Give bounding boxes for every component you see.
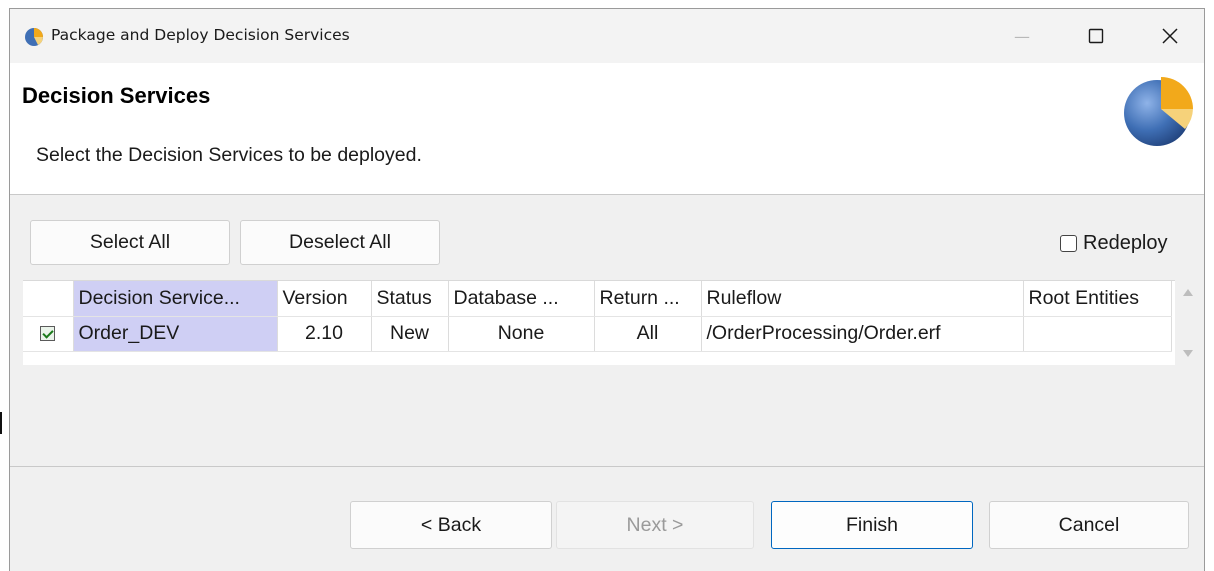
close-icon bbox=[1162, 28, 1178, 44]
scroll-up-arrow-icon[interactable] bbox=[1183, 289, 1193, 296]
column-header-ruleflow[interactable]: Ruleflow bbox=[701, 281, 1024, 317]
minimize-button[interactable]: — bbox=[1002, 21, 1042, 51]
wizard-header: Decision Services Select the Decision Se… bbox=[10, 63, 1204, 195]
next-button[interactable]: Next > bbox=[556, 501, 754, 549]
finish-button[interactable]: Finish bbox=[771, 501, 973, 549]
page-title: Decision Services bbox=[22, 83, 211, 108]
table-header-row: Decision Service... Version Status Datab… bbox=[23, 281, 1172, 317]
deselect-all-button[interactable]: Deselect All bbox=[240, 220, 440, 265]
column-header-version[interactable]: Version bbox=[277, 281, 372, 317]
app-icon bbox=[25, 28, 43, 46]
table-row[interactable]: Order_DEV 2.10 New None All /OrderProces… bbox=[23, 316, 1172, 352]
redeploy-checkbox-box[interactable] bbox=[1060, 235, 1077, 252]
row-checkbox-cell[interactable] bbox=[23, 316, 74, 352]
background-edge-mark bbox=[0, 412, 2, 434]
cell-ruleflow: /OrderProcessing/Order.erf bbox=[701, 316, 1024, 352]
column-header-decision-service[interactable]: Decision Service... bbox=[73, 281, 278, 317]
column-header-status[interactable]: Status bbox=[371, 281, 449, 317]
maximize-button[interactable] bbox=[1076, 21, 1116, 51]
cell-return: All bbox=[594, 316, 702, 352]
row-checkbox[interactable] bbox=[40, 326, 56, 342]
cell-decision-service: Order_DEV bbox=[73, 316, 278, 352]
decision-services-table: Decision Service... Version Status Datab… bbox=[23, 280, 1175, 365]
scroll-down-arrow-icon[interactable] bbox=[1183, 350, 1193, 357]
title-bar: Package and Deploy Decision Services — bbox=[10, 9, 1204, 63]
column-header-root-entities[interactable]: Root Entities bbox=[1023, 281, 1172, 317]
window-title: Package and Deploy Decision Services bbox=[51, 26, 350, 44]
cancel-button[interactable]: Cancel bbox=[989, 501, 1189, 549]
column-header-return[interactable]: Return ... bbox=[594, 281, 702, 317]
back-button[interactable]: < Back bbox=[350, 501, 552, 549]
column-header-database[interactable]: Database ... bbox=[448, 281, 595, 317]
eclipse-pie-logo-icon bbox=[1124, 77, 1193, 146]
page-description: Select the Decision Services to be deplo… bbox=[36, 144, 422, 166]
cell-root-entities bbox=[1023, 316, 1172, 352]
redeploy-checkbox[interactable]: Redeploy bbox=[1060, 232, 1168, 255]
footer-divider bbox=[10, 466, 1204, 467]
select-all-button[interactable]: Select All bbox=[30, 220, 230, 265]
cell-database: None bbox=[448, 316, 595, 352]
deploy-dialog: Package and Deploy Decision Services — D… bbox=[9, 8, 1205, 571]
column-header-select[interactable] bbox=[23, 281, 74, 317]
redeploy-label: Redeploy bbox=[1083, 232, 1168, 254]
cell-version: 2.10 bbox=[277, 316, 372, 352]
cell-status: New bbox=[371, 316, 449, 352]
close-button[interactable] bbox=[1150, 21, 1190, 51]
maximize-icon bbox=[1088, 28, 1104, 44]
